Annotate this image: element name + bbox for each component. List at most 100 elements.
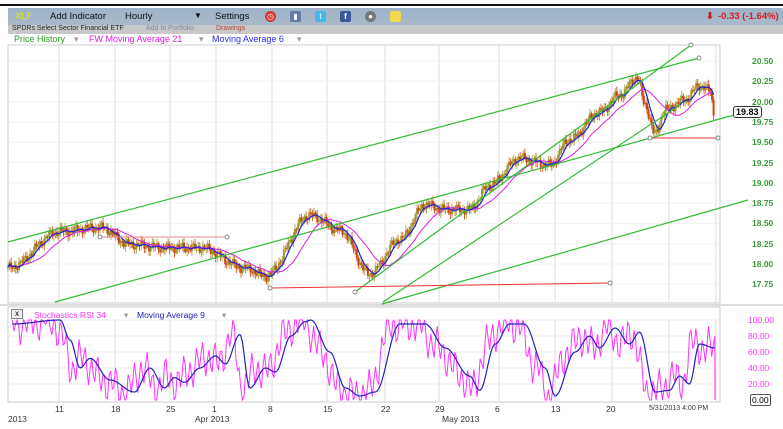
stoch-ma-label[interactable]: Moving Average 9	[137, 310, 205, 320]
candle	[377, 266, 380, 268]
stoch-tick: 40.00	[748, 363, 770, 373]
price-tick: 17.75	[752, 279, 774, 290]
candle	[347, 239, 350, 241]
candle	[175, 249, 178, 254]
candle	[403, 237, 406, 239]
candle	[653, 130, 656, 134]
price-tick: 18.00	[752, 259, 774, 269]
candle	[48, 231, 51, 238]
candle	[419, 208, 422, 211]
stoch-title[interactable]: Stochastics RSI 34	[34, 310, 106, 320]
candle	[132, 241, 135, 248]
month-label: Apr 2013	[195, 414, 230, 424]
candle	[341, 226, 344, 235]
candle	[565, 139, 568, 145]
candle	[127, 239, 130, 245]
price-tick: 18.25	[752, 238, 774, 249]
timestamp: 5/31/2013 4:00 PM	[649, 405, 709, 412]
line-handle	[647, 135, 653, 141]
price-tick: 20.25	[752, 76, 774, 87]
price-tick: 18.50	[752, 218, 774, 229]
date-tick: 20	[606, 404, 616, 414]
candle	[636, 76, 639, 81]
stoch-tick: 80.00	[748, 331, 770, 341]
candle	[368, 275, 371, 277]
month-label: 2013	[8, 414, 27, 424]
candle	[481, 188, 484, 199]
candle	[37, 246, 40, 248]
chevron-down-icon[interactable]: ▾	[124, 310, 128, 321]
candle	[666, 104, 669, 108]
candle	[94, 228, 97, 233]
candle	[149, 247, 152, 252]
candle	[511, 160, 514, 165]
date-tick: 18	[111, 404, 121, 414]
candle	[647, 109, 650, 119]
candle	[83, 231, 86, 234]
line-handle	[97, 234, 103, 240]
candle	[230, 264, 233, 266]
candle	[35, 243, 38, 247]
date-tick: 8	[268, 404, 273, 414]
candle	[40, 241, 43, 245]
candle	[712, 99, 715, 116]
date-tick: 29	[435, 404, 445, 414]
price-tick: 20.50	[752, 56, 774, 66]
line-handle	[715, 135, 721, 141]
candle	[6, 267, 9, 269]
candle	[129, 243, 132, 245]
candle	[300, 217, 303, 222]
chart-canvas[interactable]	[0, 0, 783, 429]
last-price-label: 19.83	[733, 106, 762, 118]
line-handle	[267, 285, 273, 291]
candle	[498, 175, 501, 180]
candle	[389, 244, 392, 253]
stoch-tick: 60.00	[748, 347, 770, 357]
close-panel-button[interactable]: x	[11, 309, 23, 319]
candle	[317, 220, 320, 223]
candle	[485, 185, 488, 190]
chevron-down-icon[interactable]: ▾	[222, 310, 226, 321]
date-tick: 22	[381, 404, 391, 414]
stoch-tick: 20.00	[748, 379, 770, 389]
candle	[561, 143, 564, 150]
candle	[352, 244, 355, 250]
trendline-handle	[688, 42, 694, 48]
price-tick: 19.75	[752, 116, 774, 127]
candle	[200, 250, 203, 253]
candle	[398, 243, 401, 245]
candle	[427, 202, 430, 205]
stoch-tick: 100.00	[748, 315, 774, 325]
candle	[86, 225, 89, 228]
candle	[381, 260, 384, 262]
date-tick: 15	[323, 404, 333, 414]
candle	[457, 204, 460, 207]
price-tick: 19.00	[752, 177, 774, 188]
candle	[628, 81, 631, 88]
date-tick: 25	[166, 404, 176, 414]
candle	[225, 263, 228, 265]
date-tick: 6	[495, 404, 500, 414]
candle	[645, 102, 648, 110]
candle	[431, 200, 434, 205]
trendline-handle	[696, 55, 702, 61]
candle	[406, 230, 409, 232]
candle	[696, 83, 699, 86]
candle	[615, 91, 618, 96]
price-tick: 19.25	[752, 157, 774, 168]
candle	[121, 241, 124, 243]
date-tick: 1	[212, 404, 217, 414]
date-tick: 11	[55, 404, 64, 414]
candle	[684, 101, 687, 103]
price-tick: 19.50	[752, 137, 774, 148]
trendline-handle	[352, 289, 358, 295]
candle	[282, 249, 285, 261]
candle	[266, 276, 269, 282]
month-label: May 2013	[442, 414, 480, 424]
price-tick: 18.75	[752, 198, 774, 209]
candle	[414, 214, 417, 223]
candle	[360, 262, 363, 265]
candle	[401, 236, 404, 238]
candle	[355, 249, 358, 259]
candle	[297, 223, 300, 230]
